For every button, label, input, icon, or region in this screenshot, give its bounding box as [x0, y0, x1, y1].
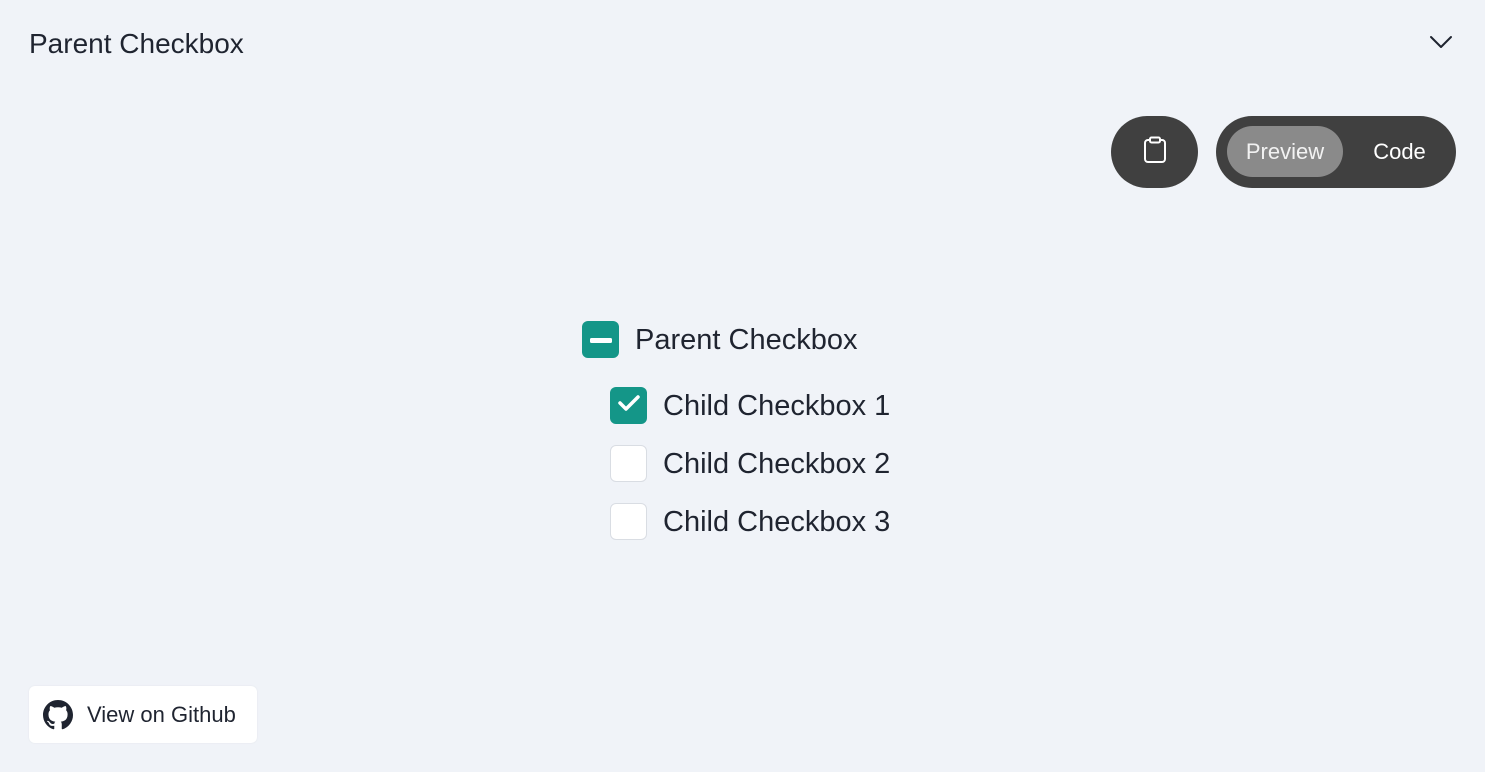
github-label: View on Github	[87, 701, 236, 727]
view-on-github-button[interactable]: View on Github	[29, 686, 257, 743]
component-preview-panel: Parent Checkbox Preview Code Parent Chec…	[0, 0, 1485, 772]
checkmark-icon	[617, 393, 641, 418]
child-checkbox-3-label: Child Checkbox 3	[663, 505, 891, 538]
page-title: Parent Checkbox	[29, 28, 244, 59]
github-icon	[43, 699, 73, 730]
chevron-down-icon	[1429, 35, 1453, 54]
child-checkbox-1[interactable]: Child Checkbox 1	[610, 387, 890, 424]
minus-icon	[589, 331, 612, 349]
parent-checkbox-label: Parent Checkbox	[635, 323, 858, 356]
parent-checkbox[interactable]: Parent Checkbox	[582, 321, 857, 358]
child-checkbox-3[interactable]: Child Checkbox 3	[610, 503, 890, 540]
child-checkbox-1-label: Child Checkbox 1	[663, 389, 891, 422]
parent-checkbox-box[interactable]	[582, 321, 619, 358]
child-checkbox-1-box[interactable]	[610, 387, 647, 424]
clipboard-icon	[1143, 136, 1167, 169]
view-toggle: Preview Code	[1216, 116, 1456, 188]
child-checkbox-2-box[interactable]	[610, 445, 647, 482]
preview-tab[interactable]: Preview	[1227, 126, 1343, 177]
copy-code-button[interactable]	[1111, 116, 1198, 188]
code-tab[interactable]: Code	[1356, 126, 1443, 177]
collapse-button[interactable]	[1426, 30, 1456, 58]
child-checkbox-3-box[interactable]	[610, 503, 647, 540]
child-checkbox-2[interactable]: Child Checkbox 2	[610, 445, 890, 482]
child-checkbox-2-label: Child Checkbox 2	[663, 447, 891, 480]
